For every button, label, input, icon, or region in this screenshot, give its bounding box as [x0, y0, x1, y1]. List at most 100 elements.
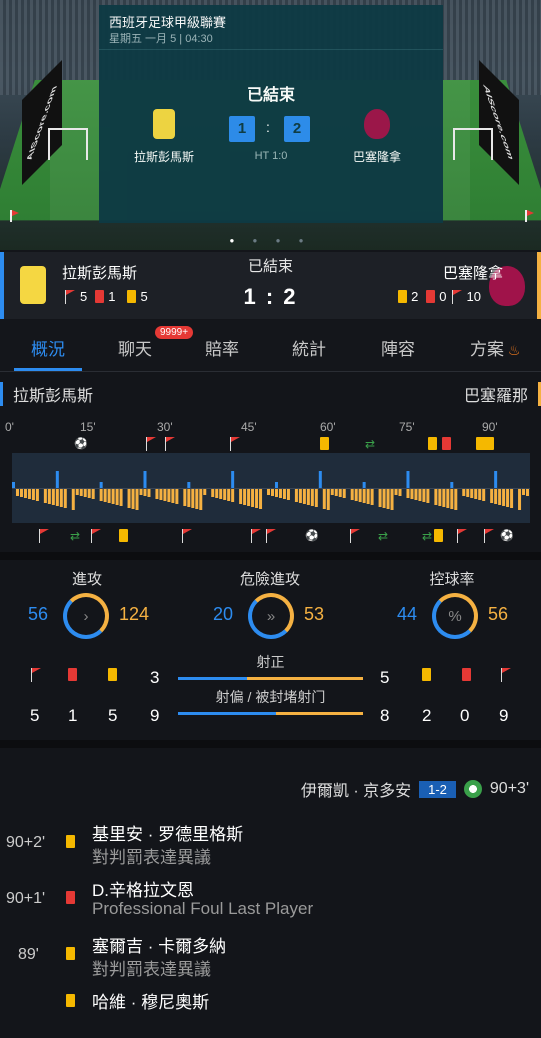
pressure-bar-away [59, 489, 63, 507]
pressure-bar-away [27, 489, 31, 499]
match-card[interactable]: 西班牙足球甲級聯賽 星期五 一月 5 | 04:30 已結束 1 : 2 HT … [99, 5, 443, 223]
home-off-target: 9 [150, 706, 160, 725]
goal-score-badge: 1-2 [419, 780, 456, 798]
tick-label: 60' [320, 420, 336, 434]
pressure-bars [12, 471, 530, 510]
league-name: 西班牙足球甲級聯賽 [109, 15, 227, 30]
pressure-bar-home [406, 471, 410, 488]
pressure-bar-away [139, 489, 143, 495]
tab-odds[interactable]: 賠率 [205, 335, 239, 360]
goal-time: 90+3' [489, 780, 529, 797]
pressure-bar-away [19, 489, 23, 497]
home-team-name: 拉斯彭馬斯 [133, 150, 194, 164]
away-score: 2 [284, 116, 310, 142]
pressure-bar-away [191, 489, 195, 508]
pressure-bar-away [79, 489, 83, 496]
pressure-bar-away [494, 489, 498, 504]
fire-icon: ♨ [504, 342, 521, 358]
yellow-card-icon [428, 437, 437, 450]
pressure-bar-away [43, 489, 47, 503]
tab-overview[interactable]: 概況 [31, 335, 65, 360]
pressure-bar-away [239, 489, 243, 504]
away-off-target: 8 [380, 706, 390, 725]
pressure-bar-away [211, 489, 215, 497]
pressure-bar-away [302, 489, 306, 504]
football-icon [463, 780, 482, 798]
corner-flag-icon [451, 289, 463, 304]
pressure-bar-away [23, 489, 27, 498]
shots-off-target-label: 射偏 / 被封堵射门 [215, 689, 326, 705]
section-divider [0, 740, 541, 748]
home-reds: 1 [108, 289, 116, 304]
tab-chat[interactable]: 聊天 [118, 335, 152, 360]
pressure-bar-home [231, 471, 235, 488]
corner-flag-left [10, 210, 19, 222]
away-team-crest [364, 109, 390, 139]
pressure-bar-away [135, 489, 139, 510]
match-header: 已結束 拉斯彭馬斯 巴塞隆拿 1 : 2 5 1 5 2 0 10 [0, 252, 541, 319]
pressure-bar-away [259, 489, 263, 509]
pressure-bar-away [326, 489, 330, 510]
tab-lineup[interactable]: 陣容 [381, 335, 415, 360]
pressure-bar-away [127, 489, 131, 508]
event-row[interactable]: 90+1' D.辛格拉文恩 Professional Foul Last Pla… [0, 876, 541, 926]
dangerous-ring-icon: » [248, 593, 294, 639]
event-row[interactable]: 哈維 · 穆尼奧斯 [0, 988, 541, 1038]
attack-label: 進攻 [71, 571, 102, 588]
pressure-chart [12, 453, 530, 523]
event-player: 塞爾吉 · 卡爾多納 [92, 937, 227, 956]
event-time: 89' [18, 946, 39, 963]
pressure-bar-away [115, 489, 119, 505]
home-yellows: 5 [140, 289, 148, 304]
away-corners: 10 [466, 289, 481, 304]
pressure-bar-away [354, 489, 358, 501]
pressure-bar-away [171, 489, 175, 503]
pressure-bar-away [203, 489, 207, 495]
pressure-bar-away [426, 489, 430, 503]
home-corners: 5 [80, 289, 88, 304]
event-row[interactable]: 89' 塞爾吉 · 卡爾多納 對判罰表達異議 [0, 932, 541, 982]
dangerous-attack-label: 危險進攻 [239, 571, 300, 588]
away-card-stats: 2 0 10 [398, 289, 481, 304]
pressure-bar-home [55, 471, 59, 488]
pressure-bar-away [131, 489, 135, 509]
pressure-bar-away [119, 489, 123, 506]
goal-event[interactable]: 伊爾凱 · 京多安 1-2 90+3' [301, 777, 529, 801]
home-on-target: 3 [150, 668, 160, 687]
pressure-bar-away [278, 489, 282, 498]
corner-flag-icon [456, 529, 468, 543]
pressure-bar-home [99, 482, 103, 488]
pressure-bar-away [87, 489, 91, 498]
pressure-bar-away [231, 489, 235, 502]
away-on-target: 5 [380, 668, 390, 687]
tab-plans[interactable]: 方案 ♨ [470, 335, 520, 360]
match-date: 星期五 一月 5 | 04:30 [109, 33, 213, 45]
tab-stats[interactable]: 統計 [292, 335, 326, 360]
pressure-bar-away [274, 489, 278, 497]
pressure-bar-away [111, 489, 115, 504]
carousel-indicator[interactable]: ● ● ● ● [0, 236, 541, 245]
goal-scorer: 伊爾凱 · 京多安 [300, 783, 412, 800]
corner-flag-icon [90, 529, 102, 543]
pressure-bar-away [183, 489, 187, 506]
pressure-bar-away [107, 489, 111, 503]
pressure-bar-away [255, 489, 259, 508]
match-timeline[interactable]: 0' 15' 30' 45' 60' 75' 90' ⚽ ⇄ ⇄ ⚽ ⇄ ⇄ ⚽ [0, 413, 541, 553]
attack-ring-icon: › [63, 593, 109, 639]
away-yellows-stat: 2 [422, 706, 432, 725]
on-target-bar-home [178, 677, 248, 680]
pressure-bar-away [195, 489, 199, 509]
corner-flag-right [525, 210, 534, 222]
match-carousel[interactable]: AIScore.com AIScore.com 西班牙足球甲級聯賽 星期五 一月… [0, 0, 541, 250]
possession-ring-icon: % [432, 593, 478, 639]
pressure-bar-away [143, 489, 147, 496]
event-description: Professional Foul Last Player [92, 899, 314, 918]
pressure-bar-away [446, 489, 450, 508]
pressure-bar-home [318, 471, 322, 488]
off-target-bar-away [275, 712, 363, 715]
pressure-bar-home [450, 482, 454, 488]
possession-label: 控球率 [429, 571, 475, 588]
event-row[interactable]: 90+2' 基里安 · 罗德里格斯 對判罰表達異議 [0, 820, 541, 870]
away-attack: 124 [119, 604, 150, 624]
goal-icon: ⚽ [74, 438, 88, 450]
